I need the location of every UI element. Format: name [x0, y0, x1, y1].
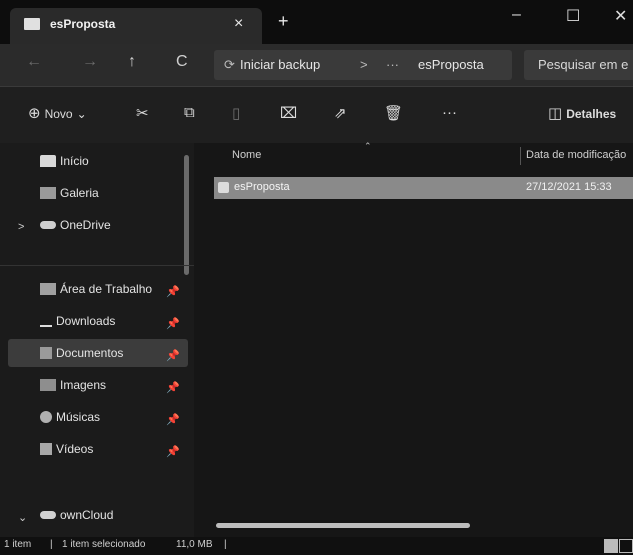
sidebar-item-label: Galeria: [60, 185, 99, 200]
horizontal-scrollbar[interactable]: [216, 523, 470, 528]
delete-icon[interactable]: 🗑: [384, 104, 403, 122]
address-row: ← → ↑ C ⟳ Iniciar backup > ··· esPropost…: [0, 44, 633, 86]
tab-title: esProposta: [50, 17, 116, 31]
sidebar-item-onedrive[interactable]: OneDrive: [40, 217, 111, 241]
search-input[interactable]: Pesquisar em e: [524, 50, 633, 80]
sidebar-item-label: Área de Trabalho: [60, 281, 153, 296]
videos-icon: [40, 442, 52, 455]
folder-icon: [24, 18, 40, 30]
new-tab-button[interactable]: +: [278, 11, 289, 32]
sidebar-item-area-de-trabalho[interactable]: Área de Trabalho: [40, 281, 152, 305]
cloud-icon: [40, 510, 56, 519]
gallery-icon: [40, 186, 56, 199]
search-placeholder: Pesquisar em e: [538, 57, 629, 72]
tiles-view-icon[interactable]: [619, 539, 633, 553]
sidebar-item-label: Vídeos: [56, 441, 94, 456]
tab-close-button[interactable]: ×: [234, 15, 243, 33]
status-separator: |: [50, 539, 53, 550]
backup-icon: ⟳: [224, 57, 235, 72]
sort-ascending-icon: ⌃: [364, 141, 372, 151]
sidebar-item-label: Documentos: [56, 345, 124, 360]
cloud-icon: [40, 220, 56, 229]
details-button[interactable]: ◫ Detalhes: [548, 104, 616, 122]
backup-button[interactable]: Iniciar backup: [240, 57, 320, 72]
sidebar-item-videos[interactable]: Vídeos: [40, 441, 93, 465]
breadcrumb-current[interactable]: esProposta: [418, 57, 484, 72]
file-name: esProposta: [234, 181, 290, 193]
desktop-icon: [40, 282, 56, 295]
paste-icon[interactable]: ▯: [232, 104, 240, 122]
pin-icon[interactable]: 📌: [166, 445, 180, 458]
file-list: ⌃ Nome Data de modificação esProposta 27…: [194, 141, 633, 537]
navigation-pane: Início Galeria > OneDrive Área de Trabal…: [0, 143, 194, 537]
sidebar-item-downloads[interactable]: Downloads: [40, 313, 115, 337]
title-bar: esProposta × + – ☐ ✕: [0, 0, 633, 44]
back-button[interactable]: ←: [26, 53, 42, 71]
sidebar-item-musicas[interactable]: Músicas: [40, 409, 100, 433]
sidebar-divider: [0, 265, 194, 266]
details-label: Detalhes: [566, 107, 617, 121]
table-row[interactable]: esProposta 27/12/2021 15:33: [214, 177, 633, 199]
address-bar[interactable]: ⟳ Iniciar backup > ··· esProposta: [214, 50, 512, 80]
sidebar-scrollbar[interactable]: [184, 155, 189, 275]
sidebar-item-label: ownCloud: [60, 507, 114, 522]
tab-esproposta[interactable]: esProposta ×: [10, 8, 262, 44]
pin-icon[interactable]: 📌: [166, 285, 180, 298]
sidebar-item-imagens[interactable]: Imagens: [40, 377, 106, 401]
file-date: 27/12/2021 15:33: [526, 181, 612, 193]
rename-icon[interactable]: ⌧: [280, 104, 297, 122]
selection-size: 11,0 MB: [176, 539, 213, 550]
details-view-icon[interactable]: [604, 539, 618, 553]
maximize-button[interactable]: ☐: [566, 6, 580, 26]
copy-icon[interactable]: ⧉: [184, 104, 195, 121]
breadcrumb-separator: >: [360, 57, 368, 72]
status-bar: 1 item | 1 item selecionado 11,0 MB |: [0, 537, 633, 555]
chevron-down-icon: ⌄: [76, 107, 87, 121]
home-icon: [40, 154, 56, 167]
sidebar-item-galeria[interactable]: Galeria: [40, 185, 99, 209]
item-count: 1 item: [4, 539, 32, 550]
documents-icon: [40, 346, 52, 359]
sidebar-item-label: OneDrive: [60, 217, 111, 232]
details-pane-icon: ◫: [548, 105, 563, 122]
sidebar-item-label: Imagens: [60, 377, 107, 392]
sidebar-item-owncloud[interactable]: ownCloud: [40, 507, 113, 531]
download-icon: [40, 315, 52, 327]
forward-button[interactable]: →: [82, 53, 98, 71]
sidebar-item-inicio[interactable]: Início: [40, 153, 89, 177]
new-button[interactable]: ⊕ Novo ⌄: [28, 104, 87, 122]
pin-icon[interactable]: 📌: [166, 381, 180, 394]
sidebar-item-documentos[interactable]: Documentos: [40, 345, 123, 369]
command-bar: ⊕ Novo ⌄ ✂ ⧉ ▯ ⌧ ⇗ 🗑 ··· ◫ Detalhes: [0, 86, 633, 144]
column-header-date[interactable]: Data de modificação: [526, 149, 626, 161]
up-button[interactable]: ↑: [128, 53, 136, 71]
cut-icon[interactable]: ✂: [136, 104, 149, 122]
sidebar-item-label: Músicas: [56, 409, 101, 424]
expand-owncloud-chevron-icon[interactable]: ⌄: [18, 511, 27, 524]
minimize-button[interactable]: –: [512, 6, 521, 24]
refresh-button[interactable]: C: [176, 53, 188, 71]
status-separator-2: |: [224, 539, 227, 550]
pin-icon[interactable]: 📌: [166, 317, 180, 330]
share-icon[interactable]: ⇗: [334, 104, 347, 122]
sidebar-item-label: Início: [60, 153, 89, 168]
music-icon: [40, 410, 52, 423]
selection-count: 1 item selecionado: [62, 539, 146, 550]
pin-icon[interactable]: 📌: [166, 413, 180, 426]
pin-icon[interactable]: 📌: [166, 349, 180, 362]
sidebar-item-label: Downloads: [56, 313, 116, 328]
more-options-icon[interactable]: ···: [442, 104, 457, 121]
expand-onedrive-chevron-icon[interactable]: >: [18, 221, 24, 233]
file-icon: [218, 182, 229, 193]
plus-icon: ⊕: [28, 105, 41, 122]
column-header-name[interactable]: Nome: [232, 149, 261, 161]
new-label: Novo: [44, 107, 73, 121]
breadcrumb-more[interactable]: ···: [386, 57, 399, 72]
pictures-icon: [40, 378, 56, 391]
close-window-button[interactable]: ✕: [614, 6, 627, 26]
column-separator[interactable]: [520, 147, 521, 165]
